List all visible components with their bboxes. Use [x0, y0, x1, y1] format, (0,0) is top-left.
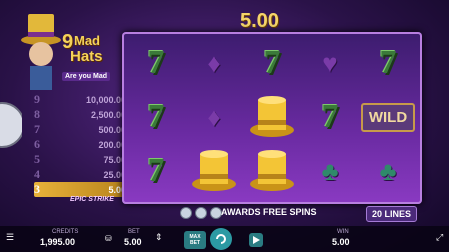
max-bet-button[interactable]: MAX BET	[184, 231, 206, 249]
play-icon	[253, 236, 260, 244]
wild-symbol: WILD	[360, 90, 416, 144]
gold-hat-icon	[186, 144, 242, 198]
diamond-icon: ♦	[207, 47, 221, 78]
paytable-row: 7 500.00	[34, 122, 126, 136]
paytable-row-active: 3 5.00	[34, 182, 126, 197]
scatter-chips	[180, 207, 222, 219]
paytable-row: 8 2,500.00	[34, 107, 126, 121]
bet-label: BET	[128, 229, 140, 235]
credits-label: CREDITS	[52, 229, 79, 235]
logo-line2: Hats	[70, 48, 103, 65]
gold-hat-icon	[244, 90, 300, 144]
coins-icon[interactable]: ⛁	[105, 234, 112, 243]
reel-3: 7	[244, 36, 300, 200]
heart-icon: ♥	[322, 47, 338, 78]
symbol-seven: 7	[321, 98, 339, 135]
awards-free-spins-text: AWARDS FREE SPINS	[221, 207, 317, 217]
bet-adjust-icon[interactable]: ⇕	[155, 232, 163, 243]
fullscreen-icon[interactable]: ⤢	[436, 232, 443, 243]
spin-arrow-icon	[216, 234, 226, 244]
logo-tagline: Are you Mad	[62, 72, 111, 81]
symbol-seven: 7	[379, 44, 397, 81]
gold-hat-icon	[244, 144, 300, 198]
club-icon: ♣	[379, 155, 397, 186]
menu-icon[interactable]: ☰	[6, 232, 14, 243]
bet-value: 5.00	[124, 237, 142, 247]
symbol-seven: 7	[147, 44, 165, 81]
win-total: 5.00	[240, 10, 279, 32]
clock-icon	[0, 102, 22, 148]
autoplay-button[interactable]	[249, 233, 263, 247]
hat-chip-icon	[195, 207, 207, 219]
reel-4: ♥ 7 ♣	[302, 36, 358, 200]
win-label: WIN	[337, 229, 349, 235]
paytable-row: 9 10,000.00	[34, 92, 126, 106]
symbol-seven: 7	[147, 98, 165, 135]
spin-button[interactable]	[210, 228, 232, 250]
diamond-icon: ♦	[207, 101, 221, 132]
paytable: 9 10,000.00 8 2,500.00 7 500.00 6 200.00 5 75…	[34, 92, 126, 197]
hat-chip-icon	[180, 207, 192, 219]
paytable-row: 5 75.00	[34, 152, 126, 166]
reel-1: 7 7 7	[128, 36, 184, 200]
reel-5: 7 WILD ♣	[360, 36, 416, 200]
epic-strike-badge: EPIC STRIKE	[70, 196, 114, 203]
reel-2: ♦ ♦	[186, 36, 242, 200]
symbol-seven: 7	[263, 44, 281, 81]
win-value: 5.00	[332, 237, 350, 247]
paytable-row: 4 25.00	[34, 167, 126, 181]
club-icon: ♣	[321, 155, 339, 186]
paytable-row: 6 200.00	[34, 137, 126, 151]
reel-grid: 7 7 7 ♦ ♦ 7 ♥ 7 ♣ 7 WILD ♣	[122, 32, 422, 204]
symbol-seven: 7	[147, 152, 165, 189]
lines-indicator: 20 LINES	[366, 206, 418, 222]
logo-line1: Mad	[74, 33, 100, 48]
credits-value: 1,995.00	[40, 237, 76, 247]
